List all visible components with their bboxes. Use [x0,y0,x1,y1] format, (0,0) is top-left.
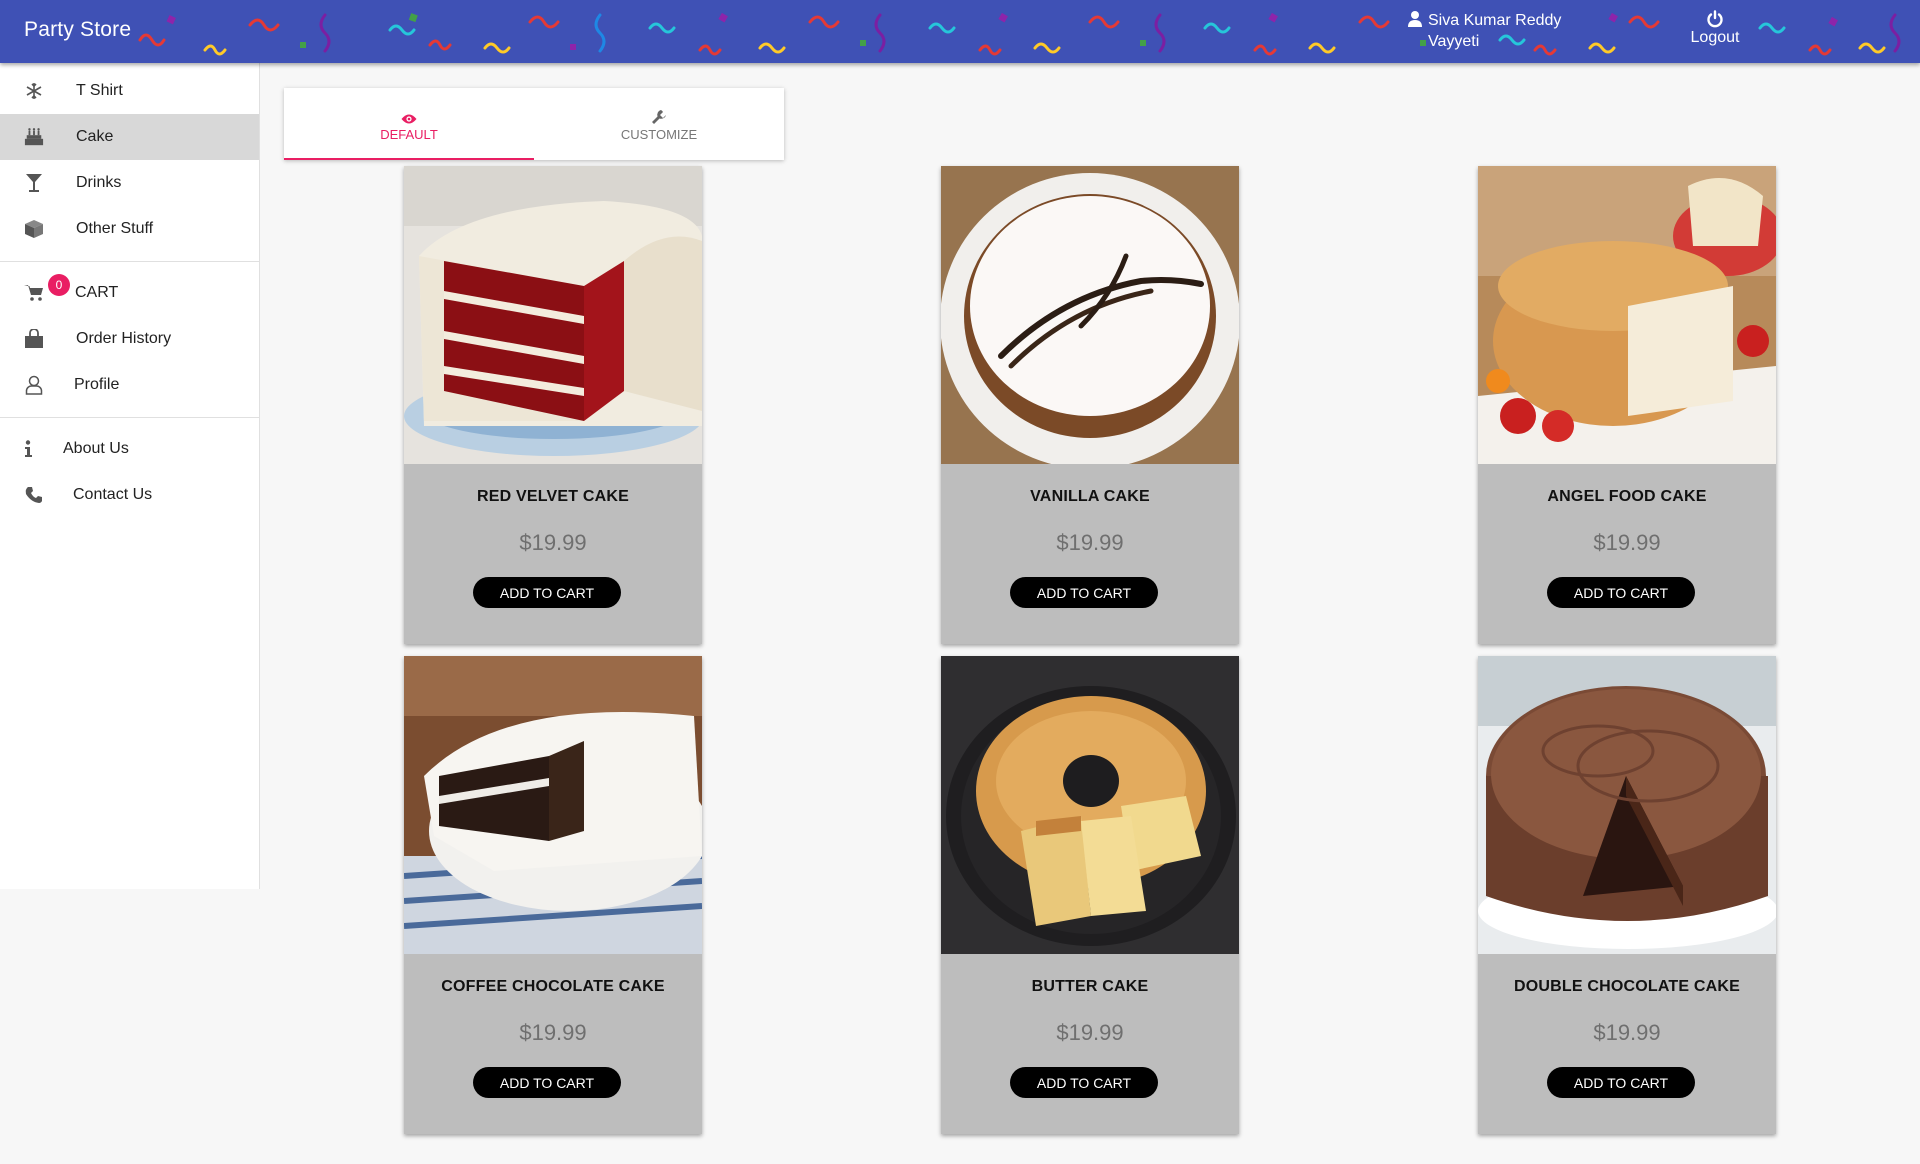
sidebar-item-label: T Shirt [76,82,123,99]
product-image[interactable] [404,166,702,464]
sidebar: T Shirt Cake Drinks Other Stuff 0 CART O… [0,63,260,889]
active-tab-indicator [284,158,534,160]
product-name[interactable]: RED VELVET CAKE [404,488,702,506]
product-card-angel-food-cake[interactable]: ANGEL FOOD CAKE $19.99 ADD TO CART [1478,166,1776,644]
logout-label: Logout [1690,29,1740,46]
sidebar-item-label: Drinks [76,174,122,191]
birthday-cake-icon [24,127,44,147]
phone-icon [24,485,44,505]
product-price: $19.99 [1056,1020,1124,1045]
snowflake-icon [24,81,44,101]
wrench-icon [651,107,667,125]
add-to-cart-button[interactable]: ADD TO CART [1010,577,1158,608]
product-price: $19.99 [519,530,587,555]
cart-count-badge: 0 [48,274,70,296]
product-card-butter-cake[interactable]: BUTTER CAKE $19.99 ADD TO CART [941,656,1239,1134]
add-to-cart-button[interactable]: ADD TO CART [1547,577,1695,608]
sidebar-divider [0,261,259,262]
app-header: Party Store Siva Kumar Reddy Vayyeti Log… [0,0,1920,63]
product-image[interactable] [941,166,1239,464]
tab-label: CUSTOMIZE [620,126,698,142]
sidebar-item-label: About Us [63,440,129,457]
product-price: $19.99 [1056,530,1124,555]
cocktail-glass-icon [24,173,44,193]
box-icon [24,219,44,239]
sidebar-item-cart[interactable]: 0 CART [0,270,259,316]
sidebar-item-cake[interactable]: Cake [0,114,259,160]
product-card-red-velvet-cake[interactable]: RED VELVET CAKE $19.99 ADD TO CART [404,166,702,644]
power-icon [1707,10,1723,28]
view-tabs: DEFAULT CUSTOMIZE [284,88,784,160]
tab-default[interactable]: DEFAULT [284,88,534,160]
sidebar-item-contact-us[interactable]: Contact Us [0,472,259,518]
product-price: $19.99 [1593,530,1661,555]
tab-label: DEFAULT [380,126,438,142]
sidebar-item-about-us[interactable]: About Us [0,426,259,472]
add-to-cart-button[interactable]: ADD TO CART [473,1067,621,1098]
tab-customize[interactable]: CUSTOMIZE [534,88,784,160]
product-image[interactable] [1478,656,1776,954]
product-price: $19.99 [1593,1020,1661,1045]
product-price: $19.99 [519,1020,587,1045]
product-card-coffee-chocolate-cake[interactable]: COFFEE CHOCOLATE CAKE $19.99 ADD TO CART [404,656,702,1134]
sidebar-item-label: Other Stuff [76,220,154,237]
product-name[interactable]: BUTTER CAKE [941,978,1239,996]
product-image[interactable] [404,656,702,954]
sidebar-item-label: CART [75,284,119,301]
logout-button[interactable]: Logout [1686,10,1744,47]
sidebar-item-drinks[interactable]: Drinks [0,160,259,206]
sidebar-divider [0,417,259,418]
product-card-double-chocolate-cake[interactable]: DOUBLE CHOCOLATE CAKE $19.99 ADD TO CART [1478,656,1776,1134]
app-title[interactable]: Party Store [24,18,131,42]
product-card-vanilla-cake[interactable]: VANILLA CAKE $19.99 ADD TO CART [941,166,1239,644]
eye-icon [401,107,417,125]
sidebar-item-profile[interactable]: Profile [0,362,259,408]
sidebar-item-label: Profile [74,376,120,393]
sidebar-item-label: Cake [76,128,114,145]
add-to-cart-button[interactable]: ADD TO CART [473,577,621,608]
product-name[interactable]: DOUBLE CHOCOLATE CAKE [1478,978,1776,996]
user-outline-icon [24,375,44,395]
product-image[interactable] [1478,166,1776,464]
user-icon [1408,11,1422,27]
user-account[interactable]: Siva Kumar Reddy Vayyeti [1408,10,1578,52]
add-to-cart-button[interactable]: ADD TO CART [1547,1067,1695,1098]
sidebar-item-label: Contact Us [73,486,153,503]
product-name[interactable]: ANGEL FOOD CAKE [1478,488,1776,506]
sidebar-item-other-stuff[interactable]: Other Stuff [0,206,259,252]
add-to-cart-button[interactable]: ADD TO CART [1010,1067,1158,1098]
sidebar-item-tshirt[interactable]: T Shirt [0,68,259,114]
info-icon [24,439,44,459]
shopping-bag-icon [24,329,44,349]
cart-icon [24,283,44,303]
confetti-background [138,12,1901,56]
product-name[interactable]: COFFEE CHOCOLATE CAKE [404,978,702,996]
sidebar-item-label: Order History [76,330,172,347]
sidebar-item-order-history[interactable]: Order History [0,316,259,362]
user-name: Siva Kumar Reddy Vayyeti [1428,12,1562,50]
product-name[interactable]: VANILLA CAKE [941,488,1239,506]
product-image[interactable] [941,656,1239,954]
